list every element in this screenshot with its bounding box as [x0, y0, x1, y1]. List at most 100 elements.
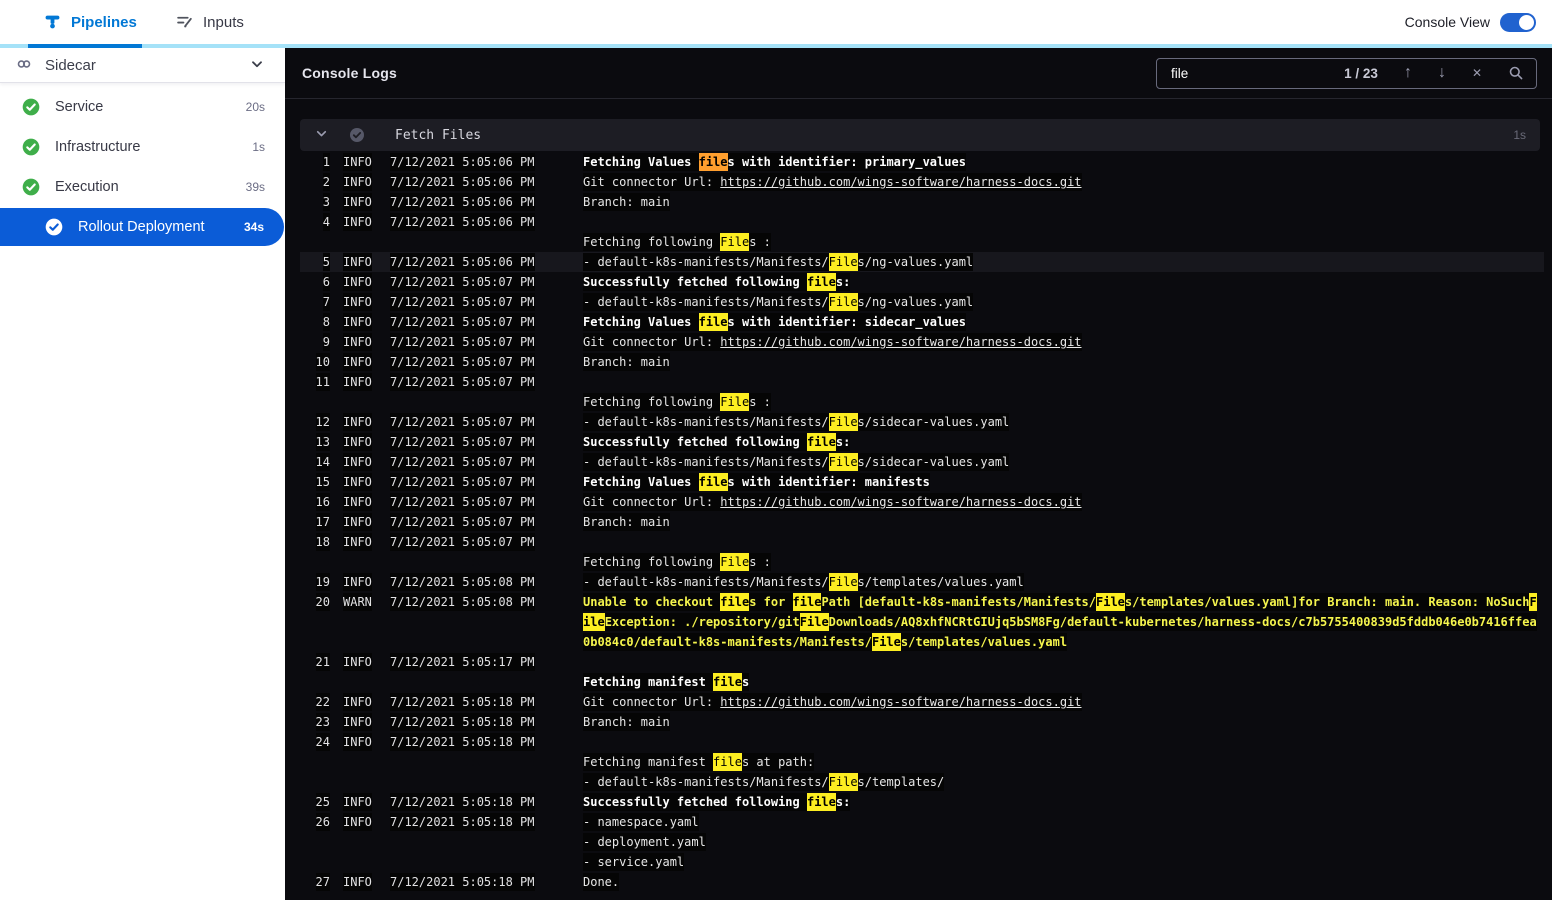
- log-text: - default-k8s-manifests/Manifests/: [583, 773, 829, 791]
- close-search-icon[interactable]: ✕: [1472, 67, 1482, 79]
- log-timestamp: 7/12/2021 5:05:07 PM: [390, 353, 535, 371]
- log-message: Fetching Values files with identifier: p…: [583, 152, 1544, 172]
- log-level: [343, 672, 390, 692]
- chevron-down-icon[interactable]: [314, 126, 332, 144]
- log-message: ileException: ./repository/gitFileDownlo…: [583, 612, 1544, 632]
- log-text: - namespace.yaml: [583, 813, 699, 831]
- log-timestamp: 7/12/2021 5:05:18 PM: [390, 873, 535, 891]
- console-view-toggle[interactable]: [1500, 12, 1536, 32]
- line-number: 16: [315, 493, 330, 511]
- tab-label: Inputs: [203, 13, 244, 31]
- next-match-button[interactable]: ↓: [1438, 65, 1446, 81]
- console-title: Console Logs: [302, 65, 397, 81]
- log-line: 21 INFO 7/12/2021 5:05:17 PM: [300, 652, 1544, 672]
- log-level: [343, 552, 390, 572]
- search-match: file: [792, 593, 822, 611]
- log-line: 4 INFO 7/12/2021 5:05:06 PM: [300, 212, 1544, 232]
- log-line: 20 WARN 7/12/2021 5:05:08 PM Unable to chec…: [300, 592, 1544, 612]
- log-timestamp: 7/12/2021 5:05:07 PM: [390, 473, 535, 491]
- log-level: INFO: [343, 173, 372, 191]
- line-number: 7: [322, 293, 330, 311]
- sidebar-step-execution[interactable]: Execution 39s: [0, 167, 285, 207]
- log-line-continuation: Fetching following Files :: [300, 232, 1544, 252]
- search-match: ile: [583, 613, 605, 631]
- tab-inputs[interactable]: Inputs: [176, 0, 244, 44]
- sidebar-step-service[interactable]: Service 20s: [0, 87, 285, 127]
- log-line: 18 INFO 7/12/2021 5:05:07 PM: [300, 532, 1544, 552]
- search-match: file: [806, 433, 836, 451]
- log-timestamp: 7/12/2021 5:05:08 PM: [390, 593, 535, 611]
- log-text: Exception: ./repository/git: [604, 613, 800, 631]
- log-timestamp: 7/12/2021 5:05:07 PM: [390, 513, 535, 531]
- log-text: Fetching Values: [583, 473, 699, 491]
- log-level: INFO: [343, 533, 372, 551]
- log-link[interactable]: https://github.com/wings-software/harnes…: [720, 493, 1082, 511]
- log-text: Branch: main: [583, 713, 670, 731]
- log-line: 3 INFO 7/12/2021 5:05:06 PM Branch: main: [300, 192, 1544, 212]
- search-match: file: [720, 593, 750, 611]
- log-line: 23 INFO 7/12/2021 5:05:18 PM Branch: main: [300, 712, 1544, 732]
- log-message: Branch: main: [583, 352, 1544, 372]
- log-message: Successfully fetched following files:: [583, 792, 1544, 812]
- log-message: Fetching Values files with identifier: s…: [583, 312, 1544, 332]
- log-message: [583, 532, 1544, 552]
- log-level: [343, 632, 390, 652]
- log-text: s:: [835, 273, 851, 291]
- log-message: Git connector Url: https://github.com/wi…: [583, 332, 1544, 352]
- stage-header-sidecar[interactable]: Sidecar: [0, 48, 285, 83]
- log-text: s for: [749, 593, 793, 611]
- step-label: Execution: [55, 179, 119, 195]
- step-duration: 1s: [252, 140, 265, 154]
- tab-pipelines[interactable]: Pipelines: [44, 0, 137, 44]
- search-input[interactable]: [1169, 64, 1345, 82]
- log-line: 27 INFO 7/12/2021 5:05:18 PM Done.: [300, 872, 1544, 892]
- log-line-continuation: ileException: ./repository/gitFileDownlo…: [300, 612, 1544, 632]
- step-success-icon: [349, 127, 365, 143]
- chevron-down-icon[interactable]: [249, 56, 267, 74]
- check-circle-icon: [22, 138, 40, 156]
- toggle-knob: [1519, 14, 1534, 30]
- log-message: [583, 212, 1544, 232]
- top-bar: Pipelines Inputs Console View: [0, 0, 1552, 48]
- line-number: 21: [315, 653, 330, 671]
- previous-match-button[interactable]: ↑: [1404, 65, 1412, 81]
- line-number: 8: [322, 313, 330, 331]
- log-line: 19 INFO 7/12/2021 5:05:08 PM - default-k8s-…: [300, 572, 1544, 592]
- log-text: - service.yaml: [583, 853, 685, 871]
- log-timestamp: 7/12/2021 5:05:18 PM: [390, 733, 535, 751]
- line-number: 2: [322, 173, 330, 191]
- search-match: File: [828, 253, 858, 271]
- log-timestamp: [390, 632, 583, 652]
- sidebar-step-infrastructure[interactable]: Infrastructure 1s: [0, 127, 285, 167]
- section-title: Fetch Files: [395, 127, 482, 143]
- log-section-fetch-files[interactable]: Fetch Files 1s: [300, 119, 1540, 151]
- log-level: [343, 832, 390, 852]
- log-level: [343, 232, 390, 252]
- log-line: 24 INFO 7/12/2021 5:05:18 PM: [300, 732, 1544, 752]
- log-link[interactable]: https://github.com/wings-software/harnes…: [720, 173, 1082, 191]
- log-level: [343, 752, 390, 772]
- log-message: Fetching following Files :: [583, 232, 1544, 252]
- log-timestamp: 7/12/2021 5:05:08 PM: [390, 573, 535, 591]
- log-link[interactable]: https://github.com/wings-software/harnes…: [720, 693, 1082, 711]
- log-timestamp: 7/12/2021 5:05:07 PM: [390, 453, 535, 471]
- log-level: INFO: [343, 873, 372, 891]
- log-link[interactable]: https://github.com/wings-software/harnes…: [720, 333, 1082, 351]
- log-text: Git connector Url:: [583, 493, 721, 511]
- search-match: file: [698, 153, 728, 171]
- sidebar-step-rollout-deployment[interactable]: Rollout Deployment 34s: [0, 208, 284, 246]
- log-message: Fetching following Files :: [583, 552, 1544, 572]
- log-line-continuation: Fetching manifest files at path:: [300, 752, 1544, 772]
- search-match: File: [720, 553, 750, 571]
- search-match: file: [698, 473, 728, 491]
- search-match: File: [828, 573, 858, 591]
- search-icon[interactable]: [1508, 65, 1524, 81]
- line-number: 12: [315, 413, 330, 431]
- line-number: 13: [315, 433, 330, 451]
- console-view-label: Console View: [1404, 14, 1490, 30]
- log-line-continuation: Fetching following Files :: [300, 552, 1544, 572]
- log-text: Downloads/AQ8xhfNCRtGIUjq5bSM8Fg/default…: [828, 613, 1537, 631]
- log-message: - default-k8s-manifests/Manifests/Files/…: [583, 412, 1544, 432]
- log-line: 10 INFO 7/12/2021 5:05:07 PM Branch: main: [300, 352, 1544, 372]
- log-timestamp: 7/12/2021 5:05:18 PM: [390, 793, 535, 811]
